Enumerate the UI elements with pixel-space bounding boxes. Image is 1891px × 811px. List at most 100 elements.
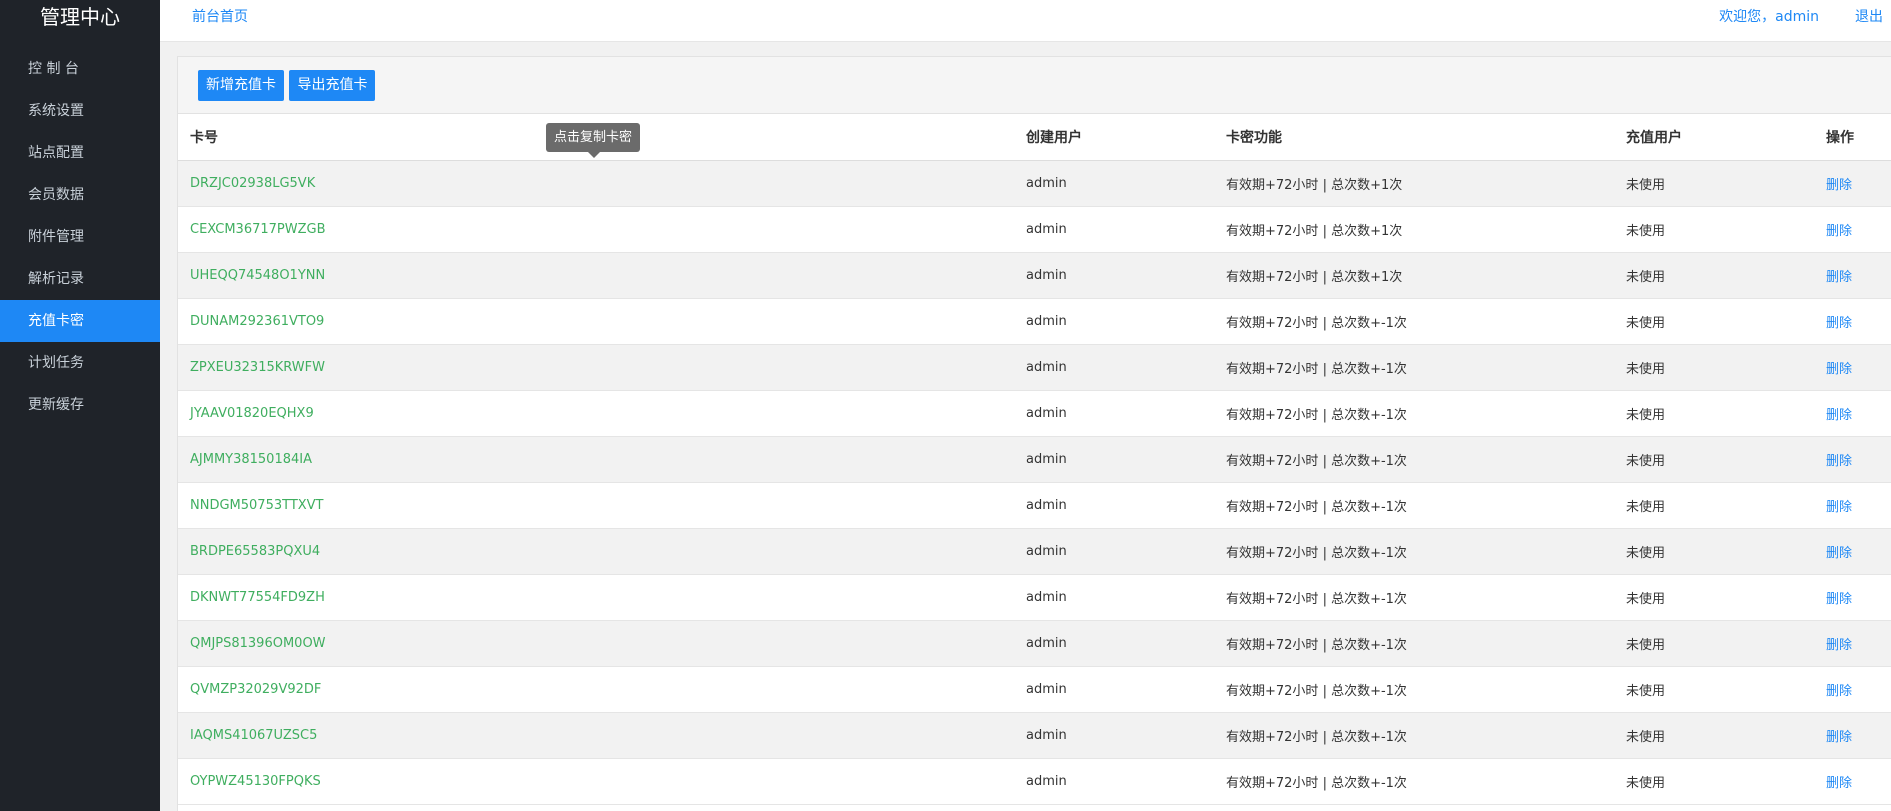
table-row: ZPXEU32315KRWFW admin 有效期+72小时 | 总次数+-1次…	[178, 344, 1891, 391]
card-number[interactable]: DKNWT77554FD9ZH	[178, 574, 1014, 621]
sidebar-item-scheduled-tasks[interactable]: 计划任务	[0, 342, 160, 384]
column-header-actions: 操作	[1814, 114, 1891, 161]
card-function: 有效期+72小时 | 总次数+-1次	[1214, 344, 1614, 391]
recharge-user: 未使用	[1614, 252, 1814, 299]
card-function: 有效期+72小时 | 总次数+-1次	[1214, 528, 1614, 575]
card-number[interactable]: DRZJC02938LG5VK	[178, 160, 1014, 207]
card-number[interactable]: OYPWZ45130FPQKS	[178, 758, 1014, 805]
creator: admin	[1014, 390, 1214, 437]
table-row: IAQMS41067UZSC5 admin 有效期+72小时 | 总次数+-1次…	[178, 712, 1891, 759]
card-number[interactable]: AJMMY38150184IA	[178, 436, 1014, 483]
table-row: DUNAM292361VTO9 admin 有效期+72小时 | 总次数+-1次…	[178, 298, 1891, 345]
delete-link[interactable]: 删除	[1814, 206, 1891, 253]
delete-link[interactable]: 删除	[1814, 574, 1891, 621]
card-function: 有效期+72小时 | 总次数+1次	[1214, 252, 1614, 299]
add-card-button[interactable]: 新增充值卡	[198, 70, 284, 101]
sidebar-nav: 控 制 台 系统设置 站点配置 会员数据 附件管理 解析记录 充值卡密 计划任务…	[0, 48, 160, 426]
delete-link[interactable]: 删除	[1814, 758, 1891, 805]
card-list-panel: 新增充值卡 导出充值卡 卡号 创建用户 卡密功能 充值用户 操作 DRZJC02…	[177, 56, 1891, 811]
card-number[interactable]: QVMZP32029V92DF	[178, 666, 1014, 713]
sidebar-item-member-data[interactable]: 会员数据	[0, 174, 160, 216]
table-header-row: 卡号 创建用户 卡密功能 充值用户 操作	[178, 114, 1891, 161]
table-row: BRDPE65583PQXU4 admin 有效期+72小时 | 总次数+-1次…	[178, 528, 1891, 575]
delete-link[interactable]: 删除	[1814, 482, 1891, 529]
sidebar-item-system-settings[interactable]: 系统设置	[0, 90, 160, 132]
export-card-button[interactable]: 导出充值卡	[289, 70, 376, 101]
delete-link[interactable]: 删除	[1814, 390, 1891, 437]
card-function: 有效期+72小时 | 总次数+-1次	[1214, 482, 1614, 529]
welcome-user-link[interactable]: 欢迎您，admin	[1719, 6, 1819, 26]
sidebar-item-site-config[interactable]: 站点配置	[0, 132, 160, 174]
card-number[interactable]: DUNAM292361VTO9	[178, 298, 1014, 345]
recharge-user: 未使用	[1614, 712, 1814, 759]
creator: admin	[1014, 252, 1214, 299]
frontend-home-link[interactable]: 前台首页	[192, 6, 248, 26]
creator: admin	[1014, 712, 1214, 759]
table-row: QMJPS81396OM0OW admin 有效期+72小时 | 总次数+-1次…	[178, 620, 1891, 667]
creator: admin	[1014, 574, 1214, 621]
recharge-user: 未使用	[1614, 390, 1814, 437]
card-function: 有效期+72小时 | 总次数+-1次	[1214, 758, 1614, 805]
creator: admin	[1014, 482, 1214, 529]
card-function: 有效期+72小时 | 总次数+-1次	[1214, 620, 1614, 667]
card-function: 有效期+72小时 | 总次数+-1次	[1214, 298, 1614, 345]
delete-link[interactable]: 删除	[1814, 620, 1891, 667]
card-function: 有效期+72小时 | 总次数+1次	[1214, 160, 1614, 207]
card-number[interactable]: BRDPE65583PQXU4	[178, 528, 1014, 575]
card-number[interactable]: JYAAV01820EQHX9	[178, 390, 1014, 437]
creator: admin	[1014, 344, 1214, 391]
card-function: 有效期+72小时 | 总次数+-1次	[1214, 666, 1614, 713]
card-function: 有效期+72小时 | 总次数+-1次	[1214, 390, 1614, 437]
delete-link[interactable]: 删除	[1814, 528, 1891, 575]
card-number[interactable]: ZPXEU32315KRWFW	[178, 344, 1014, 391]
delete-link[interactable]: 删除	[1814, 252, 1891, 299]
table-row: DKNWT77554FD9ZH admin 有效期+72小时 | 总次数+-1次…	[178, 574, 1891, 621]
table-row: QVMZP32029V92DF admin 有效期+72小时 | 总次数+-1次…	[178, 666, 1891, 713]
creator: admin	[1014, 298, 1214, 345]
sidebar-item-refresh-cache[interactable]: 更新缓存	[0, 384, 160, 426]
recharge-user: 未使用	[1614, 436, 1814, 483]
delete-link[interactable]: 删除	[1814, 160, 1891, 207]
card-function: 有效期+72小时 | 总次数+-1次	[1214, 712, 1614, 759]
card-number[interactable]: QMJPS81396OM0OW	[178, 620, 1014, 667]
creator: admin	[1014, 206, 1214, 253]
recharge-user: 未使用	[1614, 620, 1814, 667]
sidebar-item-attachments[interactable]: 附件管理	[0, 216, 160, 258]
delete-link[interactable]: 删除	[1814, 344, 1891, 391]
table-row: CEXCM36717PWZGB admin 有效期+72小时 | 总次数+1次 …	[178, 206, 1891, 253]
sidebar-item-parse-records[interactable]: 解析记录	[0, 258, 160, 300]
sidebar-item-recharge-cards[interactable]: 充值卡密	[0, 300, 160, 342]
column-header-recharge-user: 充值用户	[1614, 114, 1814, 161]
delete-link[interactable]: 删除	[1814, 712, 1891, 759]
delete-link[interactable]: 删除	[1814, 298, 1891, 345]
recharge-user: 未使用	[1614, 574, 1814, 621]
creator: admin	[1014, 666, 1214, 713]
recharge-user: 未使用	[1614, 758, 1814, 805]
card-number[interactable]: NNDGM50753TTXVT	[178, 482, 1014, 529]
table-row: JYAAV01820EQHX9 admin 有效期+72小时 | 总次数+-1次…	[178, 390, 1891, 437]
table-row: UHEQQ74548O1YNN admin 有效期+72小时 | 总次数+1次 …	[178, 252, 1891, 299]
card-number[interactable]: UHEQQ74548O1YNN	[178, 252, 1014, 299]
card-number[interactable]: CEXCM36717PWZGB	[178, 206, 1014, 253]
creator: admin	[1014, 758, 1214, 805]
sidebar: 管理中心 控 制 台 系统设置 站点配置 会员数据 附件管理 解析记录 充值卡密…	[0, 0, 160, 811]
table-body: DRZJC02938LG5VK admin 有效期+72小时 | 总次数+1次 …	[178, 160, 1891, 805]
card-number[interactable]: IAQMS41067UZSC5	[178, 712, 1014, 759]
logout-link[interactable]: 退出	[1855, 6, 1883, 26]
recharge-user: 未使用	[1614, 666, 1814, 713]
sidebar-item-console[interactable]: 控 制 台	[0, 48, 160, 90]
copy-card-tooltip: 点击复制卡密	[546, 123, 641, 158]
card-table: 卡号 创建用户 卡密功能 充值用户 操作 DRZJC02938LG5VK adm…	[178, 114, 1891, 805]
toolbar: 新增充值卡 导出充值卡	[178, 57, 1891, 114]
recharge-user: 未使用	[1614, 528, 1814, 575]
card-function: 有效期+72小时 | 总次数+-1次	[1214, 574, 1614, 621]
card-function: 有效期+72小时 | 总次数+-1次	[1214, 436, 1614, 483]
recharge-user: 未使用	[1614, 344, 1814, 391]
delete-link[interactable]: 删除	[1814, 436, 1891, 483]
recharge-user: 未使用	[1614, 206, 1814, 253]
card-function: 有效期+72小时 | 总次数+1次	[1214, 206, 1614, 253]
creator: admin	[1014, 436, 1214, 483]
column-header-creator: 创建用户	[1014, 114, 1214, 161]
brand-title: 管理中心	[40, 5, 120, 29]
delete-link[interactable]: 删除	[1814, 666, 1891, 713]
